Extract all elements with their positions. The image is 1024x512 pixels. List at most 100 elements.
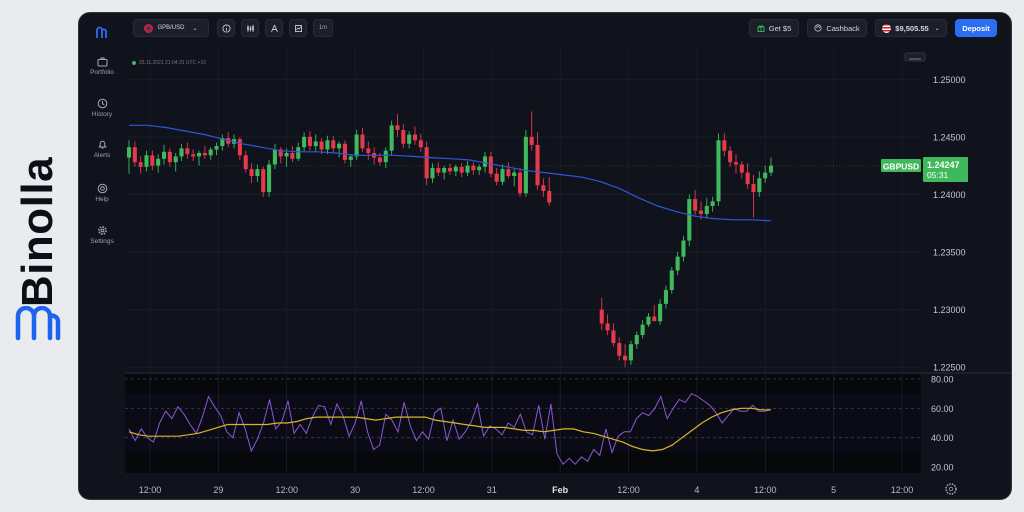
candle-body-bearish: [652, 316, 657, 322]
candle-body-bullish: [179, 148, 184, 157]
candle-body-bullish: [126, 147, 132, 158]
candle-body-bearish: [733, 162, 739, 165]
indicators-button[interactable]: [289, 19, 307, 37]
candle-body-bullish: [161, 151, 167, 159]
sidebar-item-alerts[interactable]: Alerts: [79, 139, 125, 159]
candle-body-bullish: [640, 324, 645, 335]
candle-body-bullish: [144, 155, 149, 167]
candle-body-bullish: [453, 166, 458, 172]
candle-body-bearish: [535, 144, 540, 186]
candle-body-bullish: [267, 164, 272, 193]
candle: [716, 133, 721, 206]
top-toolbar: GPB/USD ⌄ 1m Get $5 Cashback $9,505.55 ⌄…: [125, 13, 1011, 47]
candle-body-bullish: [208, 149, 213, 156]
chart-type-button[interactable]: [241, 19, 259, 37]
live-status-dot: [132, 61, 136, 65]
sidebar-item-label: Help: [95, 196, 109, 203]
price-tick-label: 1.24500: [933, 132, 966, 142]
indicator-info-button[interactable]: [217, 19, 235, 37]
candle-body-bullish: [675, 256, 680, 271]
symbol-label: GBPUSD: [883, 161, 919, 171]
candle-body-bearish: [185, 148, 190, 155]
candle-body-bearish: [517, 172, 523, 194]
candle: [389, 120, 394, 156]
candle-body-bullish: [482, 156, 488, 167]
rsi-tick-label: 80.00: [931, 374, 954, 384]
balance-selector[interactable]: $9,505.55 ⌄: [875, 19, 947, 37]
info-icon: [221, 23, 231, 33]
candle-body-bullish: [196, 152, 202, 157]
candle-body-bearish: [494, 173, 499, 182]
candle-body-bullish: [296, 147, 301, 159]
asset-selector[interactable]: GPB/USD ⌄: [133, 19, 209, 37]
x-axis-label: 12:00: [275, 485, 298, 495]
candle-body-bullish: [628, 344, 633, 361]
timestamp-label: 25.11.2021 21:04:31 UTC +10: [139, 60, 207, 66]
price-chart[interactable]: 12:00 29 12:00 30 12:00 31 Feb 12:00 4 12:00 5 12:0…: [125, 47, 1012, 500]
candle-body-bullish: [302, 136, 307, 148]
candle: [523, 129, 528, 197]
asset-label: GPB/USD: [157, 25, 185, 31]
rsi-tick-label: 60.00: [931, 404, 954, 414]
x-axis-label: 30: [350, 485, 360, 495]
brand-panel: Binolla: [0, 0, 78, 512]
sidebar-item-label: Settings: [90, 238, 114, 245]
x-axis-label: 12:00: [617, 485, 640, 495]
candle-body-bearish: [459, 166, 464, 173]
sidebar-item-portfolio[interactable]: Portfolio: [79, 57, 125, 76]
candle-body-bullish: [430, 167, 435, 179]
candle-body-bullish: [313, 141, 318, 147]
candle-body-bearish: [623, 355, 628, 361]
candle-body-bearish: [167, 151, 172, 163]
candle-body-bullish: [284, 152, 289, 157]
get-bonus-button[interactable]: Get $5: [749, 19, 799, 37]
x-axis-label: 12:00: [139, 485, 162, 495]
candle-body-bullish: [687, 199, 692, 241]
candle-body-bullish: [348, 156, 353, 160]
price-tick-label: 1.22500: [933, 363, 966, 373]
candle-body-bullish: [716, 140, 721, 202]
candle-body-bullish: [442, 167, 447, 173]
deposit-button[interactable]: Deposit: [955, 19, 997, 37]
candle-body-bearish: [424, 147, 429, 179]
timeframe-button[interactable]: 1m: [313, 19, 333, 37]
candle-body-bearish: [243, 155, 248, 170]
sidebar-item-label: Alerts: [93, 152, 111, 159]
candle-body-bearish: [488, 156, 493, 174]
candle-body-bearish: [395, 125, 400, 130]
countdown-label: 05:31: [927, 170, 949, 180]
candle-body-bullish: [763, 172, 768, 179]
sidebar-item-settings[interactable]: Settings: [79, 225, 125, 245]
rsi-tick-label: 40.00: [931, 433, 954, 443]
candle-body-bullish: [337, 143, 342, 149]
candle-body-bullish: [255, 169, 260, 177]
candle-body-bullish: [704, 205, 709, 215]
candle-body-bearish: [331, 140, 336, 149]
sidebar-item-history[interactable]: History: [79, 98, 125, 118]
bell-icon: [97, 140, 107, 149]
candle-body-bullish: [646, 316, 651, 325]
timeframe-label: 1m: [318, 25, 328, 31]
chart-timestamp: 25.11.2021 21:04:31 UTC +10: [132, 60, 206, 66]
gear-icon: [97, 226, 107, 235]
candle-body-bearish: [471, 165, 476, 171]
candle-body-bearish: [541, 185, 546, 191]
chart-area[interactable]: 25.11.2021 21:04:31 UTC +10 12:00 29 12:00…: [125, 47, 1012, 500]
x-axis-label: 4: [694, 485, 699, 495]
cashback-button[interactable]: Cashback: [807, 19, 867, 37]
x-axis-label: 12:00: [412, 485, 435, 495]
price-tick-label: 1.24000: [933, 190, 966, 200]
x-axis-label: 29: [213, 485, 223, 495]
candle-body-bullish: [465, 165, 470, 173]
gift-icon: [757, 25, 765, 32]
candle-body-bearish: [366, 148, 371, 153]
app-logo-icon[interactable]: [94, 26, 108, 40]
candle-body-bearish: [377, 157, 383, 163]
candle-body-bearish: [547, 190, 552, 203]
candle-body-bullish: [354, 134, 359, 157]
candle-body-bullish: [407, 134, 412, 144]
sidebar-item-help[interactable]: Help: [79, 183, 125, 203]
candle-body-bearish: [436, 167, 441, 173]
balance-value: $9,505.55: [895, 23, 929, 33]
drawing-tools-button[interactable]: [265, 19, 283, 37]
